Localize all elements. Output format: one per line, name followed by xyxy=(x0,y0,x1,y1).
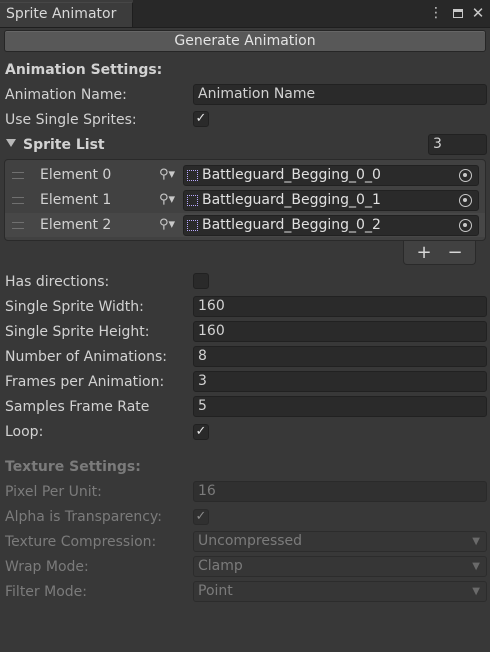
remove-element-button[interactable]: − xyxy=(440,241,470,265)
sprite-width-label: Single Sprite Width: xyxy=(5,299,144,315)
use-single-sprites-checkbox[interactable]: ✓ xyxy=(193,111,209,127)
sprite-icon xyxy=(187,220,198,231)
texture-compression-label: Texture Compression: xyxy=(5,534,157,550)
use-single-sprites-label: Use Single Sprites: xyxy=(5,112,137,128)
frames-per-animation-field[interactable]: 3 xyxy=(193,371,487,392)
alpha-transparency-label: Alpha is Transparency: xyxy=(5,509,162,525)
list-item[interactable]: Element 1 ⚲▾ Battleguard_Begging_0_1 xyxy=(5,188,485,212)
drag-handle-icon[interactable] xyxy=(12,197,24,204)
tab-sprite-animator[interactable]: Sprite Animator xyxy=(0,2,133,27)
dropdown-arrow-icon: ▼ xyxy=(472,561,480,572)
dropdown-arrow-icon: ▼ xyxy=(472,586,480,597)
pixel-per-unit-label: Pixel Per Unit: xyxy=(5,484,102,500)
sprite-object-field[interactable]: Battleguard_Begging_0_2 xyxy=(183,215,479,236)
alpha-transparency-checkbox[interactable]: ✓ xyxy=(193,509,209,525)
sprite-object-field[interactable]: Battleguard_Begging_0_1 xyxy=(183,190,479,211)
filter-mode-dropdown[interactable]: Point ▼ xyxy=(193,581,487,602)
search-picker-icon[interactable]: ⚲▾ xyxy=(159,213,175,237)
animation-name-label: Animation Name: xyxy=(5,87,127,103)
maximize-icon[interactable] xyxy=(450,3,466,23)
texture-compression-dropdown[interactable]: Uncompressed ▼ xyxy=(193,531,487,552)
sprite-height-label: Single Sprite Height: xyxy=(5,324,150,340)
num-animations-field[interactable]: 8 xyxy=(193,346,487,367)
object-picker-icon[interactable] xyxy=(459,219,472,232)
sprite-width-field[interactable]: 160 xyxy=(193,296,487,317)
sprite-height-field[interactable]: 160 xyxy=(193,321,487,342)
element-label: Element 2 xyxy=(40,217,112,233)
element-label: Element 0 xyxy=(40,167,112,183)
num-animations-label: Number of Animations: xyxy=(5,349,168,365)
frame-rate-label: Samples Frame Rate xyxy=(5,399,150,415)
has-directions-label: Has directions: xyxy=(5,274,110,290)
sprite-icon xyxy=(187,170,198,181)
sprite-icon xyxy=(187,195,198,206)
search-picker-icon[interactable]: ⚲▾ xyxy=(159,188,175,212)
drag-handle-icon[interactable] xyxy=(12,222,24,229)
frames-per-animation-label: Frames per Animation: xyxy=(5,374,165,390)
object-picker-icon[interactable] xyxy=(459,169,472,182)
texture-settings-header: Texture Settings: xyxy=(5,459,141,475)
list-add-remove-bar: + − xyxy=(403,241,476,265)
wrap-mode-value: Clamp xyxy=(198,558,243,574)
search-picker-icon[interactable]: ⚲▾ xyxy=(159,163,175,187)
drag-handle-icon[interactable] xyxy=(12,172,24,179)
list-item[interactable]: Element 2 ⚲▾ Battleguard_Begging_0_2 xyxy=(5,213,485,237)
sprite-object-value: Battleguard_Begging_0_0 xyxy=(202,167,381,183)
loop-checkbox[interactable]: ✓ xyxy=(193,424,209,440)
close-icon[interactable]: ✕ xyxy=(470,3,486,23)
frame-rate-field[interactable]: 5 xyxy=(193,396,487,417)
sprite-object-field[interactable]: Battleguard_Begging_0_0 xyxy=(183,165,479,186)
has-directions-checkbox[interactable] xyxy=(193,273,209,289)
sprite-object-value: Battleguard_Begging_0_2 xyxy=(202,217,381,233)
list-item[interactable]: Element 0 ⚲▾ Battleguard_Begging_0_0 xyxy=(5,163,485,187)
texture-compression-value: Uncompressed xyxy=(198,533,303,549)
animation-name-field[interactable]: Animation Name xyxy=(193,84,487,105)
filter-mode-value: Point xyxy=(198,583,233,599)
element-label: Element 1 xyxy=(40,192,112,208)
animation-settings-header: Animation Settings: xyxy=(5,62,163,78)
pixel-per-unit-field[interactable]: 16 xyxy=(193,481,487,502)
dropdown-arrow-icon: ▼ xyxy=(472,536,480,547)
foldout-arrow-icon[interactable] xyxy=(6,139,16,147)
filter-mode-label: Filter Mode: xyxy=(5,584,87,600)
loop-label: Loop: xyxy=(5,424,44,440)
sprite-list-count-field[interactable]: 3 xyxy=(428,134,487,155)
sprite-object-value: Battleguard_Begging_0_1 xyxy=(202,192,381,208)
kebab-menu-icon[interactable]: ⋮ xyxy=(428,3,444,23)
generate-animation-button[interactable]: Generate Animation xyxy=(4,30,486,52)
wrap-mode-label: Wrap Mode: xyxy=(5,559,89,575)
sprite-list-label[interactable]: Sprite List xyxy=(23,135,105,155)
wrap-mode-dropdown[interactable]: Clamp ▼ xyxy=(193,556,487,577)
add-element-button[interactable]: + xyxy=(409,241,439,265)
object-picker-icon[interactable] xyxy=(459,194,472,207)
